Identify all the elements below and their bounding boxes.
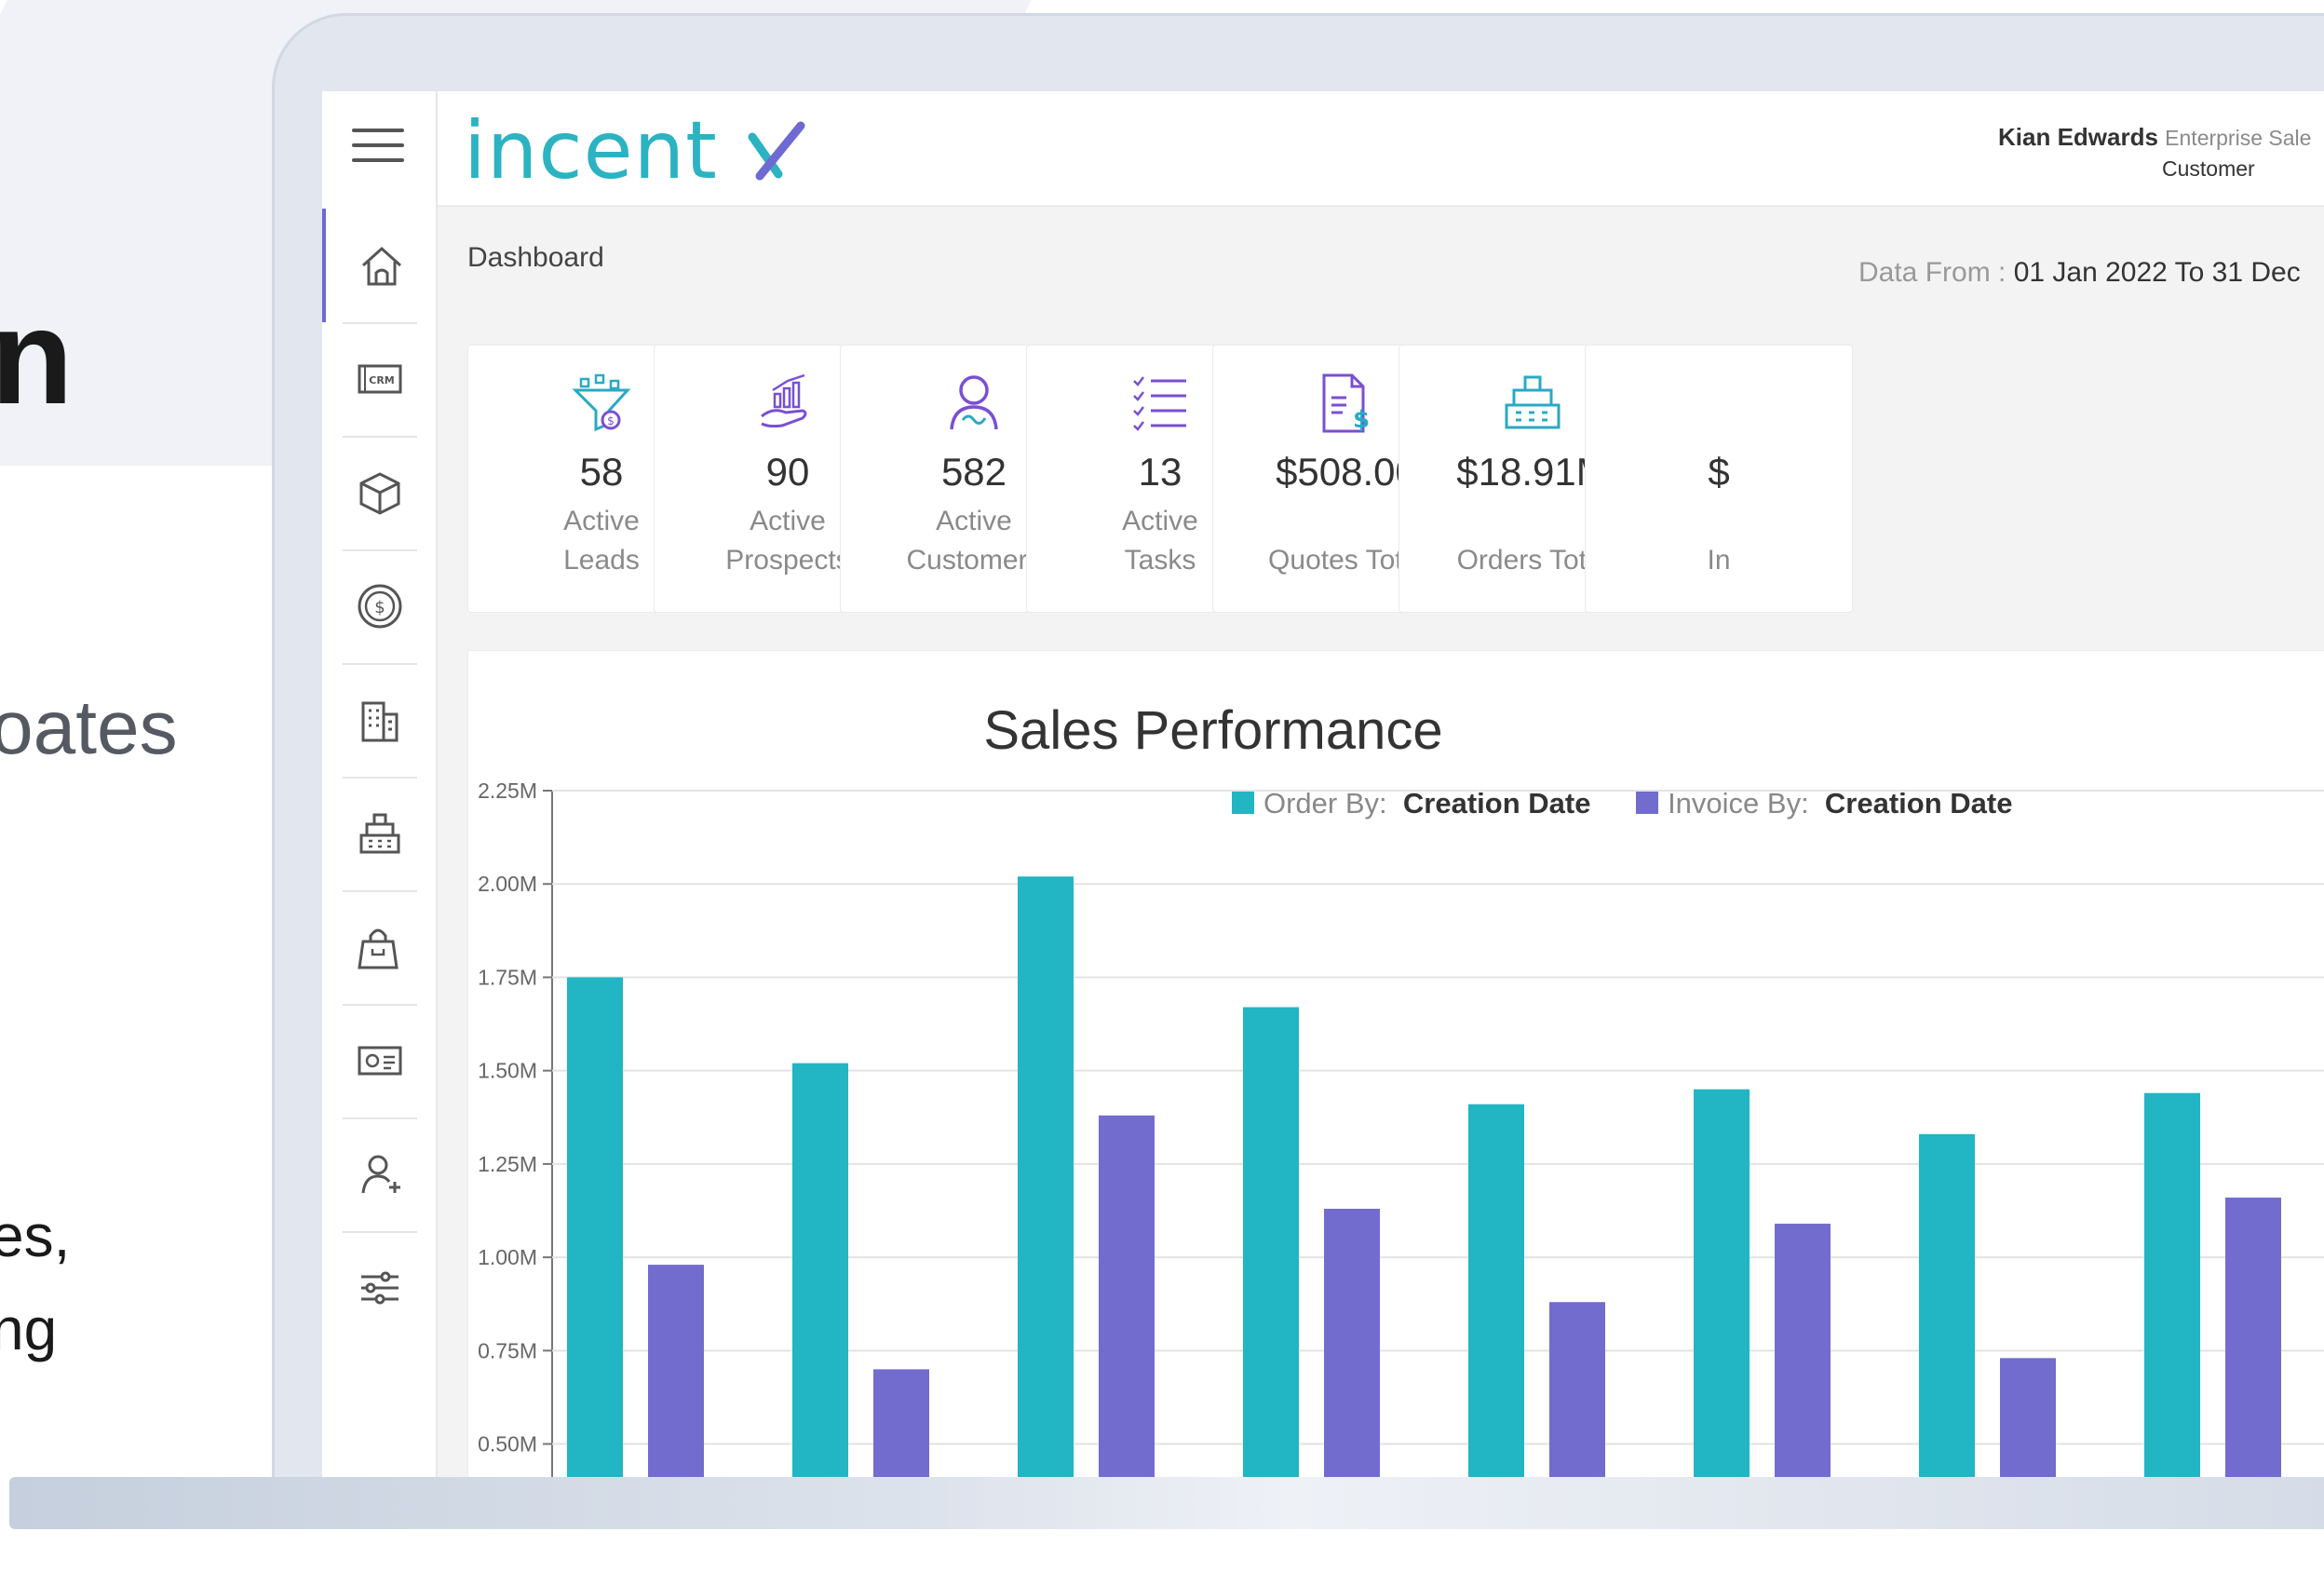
sidebar-item-crm[interactable]: CRM [322, 322, 438, 436]
bar-invoices [873, 1369, 929, 1479]
customer-icon [950, 375, 998, 430]
sliders-icon [361, 1271, 399, 1305]
hero-body-fragment-2: ng [0, 1295, 58, 1362]
stat-card-6[interactable]: $ In [1585, 345, 1853, 613]
bar-invoices [2000, 1358, 2056, 1479]
y-tick-label: 0.75M [478, 1338, 537, 1362]
sidebar-item-settings[interactable] [322, 1231, 438, 1345]
date-range-label: Data From : [1858, 257, 2006, 288]
sidebar-divider [343, 1004, 417, 1006]
shopping-bag-icon [358, 928, 399, 969]
sidebar-item-home[interactable] [322, 209, 438, 322]
bar-orders [1468, 1104, 1524, 1479]
sidebar-divider [343, 777, 417, 779]
sidebar-divider [343, 436, 417, 438]
sidebar: CRM $ [322, 91, 438, 1479]
cash-register-icon [359, 813, 400, 854]
y-tick-label: 1.50M [478, 1059, 537, 1083]
bar-orders [792, 1063, 848, 1479]
building-icon [361, 701, 399, 742]
bar-orders [1018, 876, 1074, 1479]
top-bar: incent Kian Edwards Enterprise Sale Cust… [438, 91, 2324, 207]
y-tick-label: 1.25M [478, 1152, 537, 1176]
sidebar-divider [343, 890, 417, 892]
hero-heading-fragment: n [0, 281, 74, 432]
sales-performance-panel: Sales Performance Order By: Creation Dat… [467, 650, 2324, 1479]
y-tick-label: 2.25M [478, 779, 537, 803]
date-range-value: 01 Jan 2022 To 31 Dec [2013, 257, 2301, 288]
hero-subtext-fragment: oates [0, 685, 178, 770]
y-tick-label: 0.50M [478, 1432, 537, 1456]
home-icon [361, 246, 402, 286]
app-logo[interactable]: incent [464, 104, 808, 197]
crm-icon: CRM [358, 364, 402, 394]
app-screen: CRM $ incent Kian Edwards Enterprise Sal… [322, 91, 2324, 1479]
svg-text:$: $ [607, 414, 615, 427]
sidebar-divider [343, 549, 417, 551]
add-user-icon [361, 1155, 400, 1194]
bar-orders [567, 977, 623, 1479]
sidebar-item-cards[interactable] [322, 1004, 438, 1118]
menu-toggle-icon[interactable] [352, 129, 404, 162]
laptop-base [9, 1477, 2324, 1529]
checklist-icon [1133, 376, 1186, 431]
hand-chart-icon [761, 373, 807, 428]
funnel-icon: $ [572, 373, 631, 432]
sidebar-item-orders[interactable] [322, 777, 438, 890]
sidebar-item-commissions[interactable]: $ [322, 549, 438, 663]
dollar-coin-icon: $ [358, 584, 402, 629]
hero-body-fragment-1: es, [0, 1202, 71, 1269]
register-icon [1505, 375, 1561, 429]
logo-text: incent [464, 104, 718, 197]
svg-text:$: $ [1353, 406, 1370, 434]
bar-invoices [2225, 1197, 2281, 1479]
stat-value: $ [1708, 450, 1730, 494]
box-icon [359, 472, 400, 515]
sidebar-divider [343, 322, 417, 324]
user-name: Kian Edwards [1998, 123, 2158, 151]
stat-label-line2: In [1707, 545, 1731, 576]
bar-invoices [1549, 1302, 1605, 1479]
quote-doc-icon: $ [1322, 373, 1370, 434]
bar-orders [1919, 1133, 1975, 1479]
id-card-icon [358, 1046, 402, 1076]
logo-x-mark [718, 104, 808, 197]
y-tick-label: 1.75M [478, 965, 537, 989]
sidebar-item-users[interactable] [322, 1118, 438, 1231]
bar-chart: 0.25M0.50M0.75M1.00M1.25M1.50M1.75M2.00M… [478, 779, 2324, 1479]
user-subtitle: Customer [2162, 156, 2255, 181]
sidebar-divider [343, 663, 417, 665]
bar-invoices [1099, 1115, 1155, 1479]
bar-orders [1243, 1007, 1299, 1479]
bar-orders [2144, 1092, 2200, 1479]
bar-invoices [648, 1265, 704, 1479]
sidebar-item-companies[interactable] [322, 663, 438, 777]
sidebar-item-shopping[interactable] [322, 890, 438, 1004]
bar-invoices [1324, 1208, 1380, 1479]
sidebar-divider [343, 1118, 417, 1119]
sidebar-item-products[interactable] [322, 436, 438, 549]
bar-orders [1694, 1089, 1750, 1479]
svg-text:CRM: CRM [369, 374, 395, 386]
date-range[interactable]: Data From : 01 Jan 2022 To 31 Dec [1858, 257, 2301, 289]
user-info[interactable]: Kian Edwards Enterprise Sale [1998, 123, 2311, 152]
y-tick-label: 1.00M [478, 1245, 537, 1269]
sidebar-divider [343, 1231, 417, 1233]
svg-text:$: $ [374, 598, 385, 617]
bar-invoices [1775, 1224, 1831, 1479]
y-tick-label: 2.00M [478, 872, 537, 896]
page-title: Dashboard [467, 242, 604, 273]
user-role: Enterprise Sale [2165, 126, 2312, 150]
